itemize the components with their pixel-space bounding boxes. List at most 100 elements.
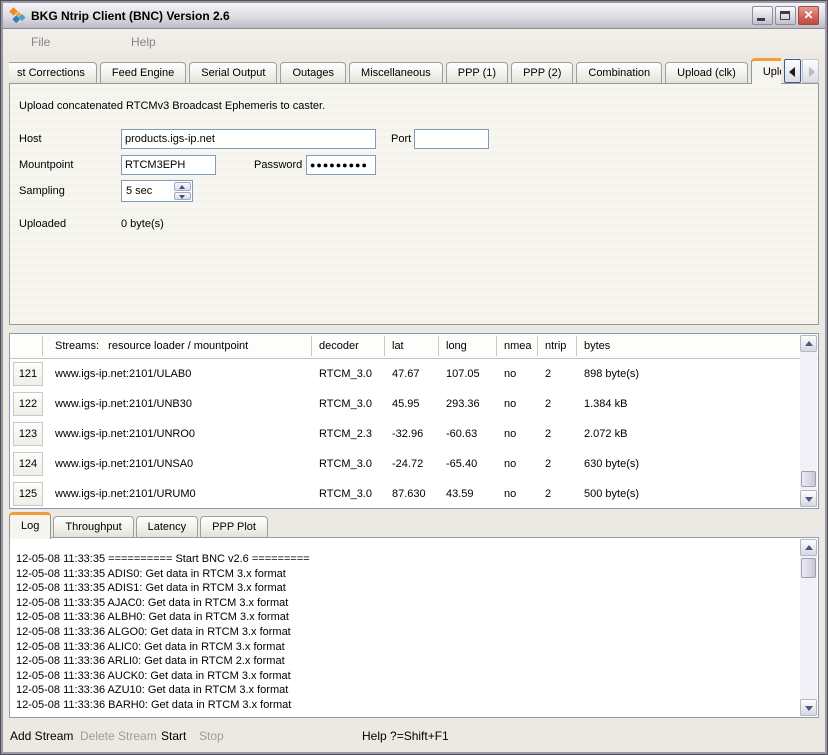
header-streams[interactable]: Streams: resource loader / mountpoint: [48, 336, 312, 356]
cell-ntrip: 2: [538, 479, 577, 509]
add-stream-button[interactable]: Add Stream: [10, 722, 73, 750]
cell-num[interactable]: 125: [13, 482, 43, 506]
cell-nmea: no: [497, 479, 538, 509]
log-line: 12-05-08 11:33:36 BARH0: Get data in RTC…: [16, 698, 796, 713]
tab-combination[interactable]: Combination: [576, 62, 662, 84]
down-triangle-icon: [805, 497, 813, 502]
menu-help[interactable]: Help: [131, 29, 156, 55]
cell-ntrip: 2: [538, 359, 577, 389]
scroll-thumb[interactable]: [801, 471, 816, 487]
cell-bytes: 630 byte(s): [577, 449, 797, 479]
down-triangle-icon: [805, 706, 813, 711]
table-row[interactable]: 121www.igs-ip.net:2101/ULAB0RTCM_3.047.6…: [10, 359, 800, 389]
scroll-thumb[interactable]: [801, 558, 816, 578]
cell-num[interactable]: 121: [13, 362, 43, 386]
header-decoder[interactable]: decoder: [312, 336, 385, 356]
log-scrollbar[interactable]: [800, 539, 817, 716]
header-bytes[interactable]: bytes: [577, 336, 797, 356]
header-nmea[interactable]: nmea: [497, 336, 538, 356]
tab-miscellaneous[interactable]: Miscellaneous: [349, 62, 443, 84]
up-triangle-icon: [805, 341, 813, 346]
cell-bytes: 898 byte(s): [577, 359, 797, 389]
scroll-down-button[interactable]: [800, 490, 817, 507]
log-line: 12-05-08 11:33:36 ALIC0: Get data in RTC…: [16, 640, 796, 655]
log-line: 12-05-08 11:33:35 ADIS1: Get data in RTC…: [16, 581, 796, 596]
window-title: BKG Ntrip Client (BNC) Version 2.6: [31, 9, 752, 23]
port-label: Port: [391, 133, 411, 145]
tab-scroll-right-button: [802, 59, 819, 83]
header-ntrip[interactable]: ntrip: [538, 336, 577, 356]
cell-long: 293.36: [439, 389, 497, 419]
title-bar[interactable]: BKG Ntrip Client (BNC) Version 2.6 ✕: [3, 3, 825, 29]
cell-decoder: RTCM_3.0: [312, 479, 385, 509]
table-row[interactable]: 122www.igs-ip.net:2101/UNB30RTCM_3.045.9…: [10, 389, 800, 419]
close-button[interactable]: ✕: [798, 6, 819, 25]
upload-eph-panel: Upload concatenated RTCMv3 Broadcast Eph…: [9, 83, 819, 325]
table-row[interactable]: 124www.igs-ip.net:2101/UNSA0RTCM_3.0-24.…: [10, 449, 800, 479]
help-shortcut-label: Help ?=Shift+F1: [362, 722, 449, 750]
log-line: 12-05-08 11:33:35 ========== Start BNC v…: [16, 552, 796, 567]
menu-file[interactable]: File: [31, 29, 50, 55]
table-row[interactable]: 125www.igs-ip.net:2101/URUM0RTCM_3.087.6…: [10, 479, 800, 509]
log-line: 12-05-08 11:33:35 ADIS0: Get data in RTC…: [16, 567, 796, 582]
log-tab-bar: LogThroughputLatencyPPP Plot: [9, 513, 819, 538]
tab-ppp-1[interactable]: PPP (1): [446, 62, 508, 84]
tab-upload-eph[interactable]: Upload (eph): [751, 58, 781, 84]
cell-decoder: RTCM_3.0: [312, 389, 385, 419]
app-icon: [9, 7, 26, 24]
sampling-spinner[interactable]: 5 sec: [121, 180, 193, 202]
tab-outages[interactable]: Outages: [280, 62, 346, 84]
menu-bar: File Help: [3, 29, 825, 55]
minimize-button[interactable]: [752, 6, 773, 25]
streams-scrollbar[interactable]: [800, 335, 817, 507]
log-tab-throughput[interactable]: Throughput: [53, 516, 133, 538]
password-input[interactable]: [306, 155, 376, 175]
mountpoint-input[interactable]: [121, 155, 216, 175]
port-input[interactable]: [414, 129, 489, 149]
delete-stream-button: Delete Stream: [80, 722, 157, 750]
tab-bar: st CorrectionsFeed EngineSerial OutputOu…: [9, 57, 819, 84]
left-triangle-icon: [789, 67, 795, 77]
cell-num[interactable]: 122: [13, 392, 43, 416]
up-triangle-icon: [805, 545, 813, 550]
tab-scroll-buttons: [784, 59, 819, 83]
tab-scroll-left-button[interactable]: [784, 59, 801, 83]
tab-feed-engine[interactable]: Feed Engine: [100, 62, 186, 84]
header-lat[interactable]: lat: [385, 336, 439, 356]
minimize-icon: [757, 18, 765, 21]
cell-decoder: RTCM_2.3: [312, 419, 385, 449]
start-button[interactable]: Start: [161, 722, 186, 750]
scroll-up-button[interactable]: [800, 335, 817, 352]
streams-rows: 121www.igs-ip.net:2101/ULAB0RTCM_3.047.6…: [10, 359, 800, 508]
tab-ppp-2[interactable]: PPP (2): [511, 62, 573, 84]
cell-stream: www.igs-ip.net:2101/URUM0: [48, 479, 312, 509]
spinner-up-button[interactable]: [174, 182, 191, 191]
scroll-up-button[interactable]: [800, 539, 817, 556]
cell-lat: 87.630: [385, 479, 439, 509]
table-row[interactable]: 123www.igs-ip.net:2101/UNRO0RTCM_2.3-32.…: [10, 419, 800, 449]
bottom-bar: Add Stream Delete Stream Start Stop Help…: [3, 722, 825, 750]
tab-upload-clk[interactable]: Upload (clk): [665, 62, 748, 84]
scroll-down-button[interactable]: [800, 699, 817, 716]
cell-num[interactable]: 124: [13, 452, 43, 476]
tabs-strip: st CorrectionsFeed EngineSerial OutputOu…: [9, 57, 781, 84]
log-line: 12-05-08 11:33:36 AUCK0: Get data in RTC…: [16, 669, 796, 684]
up-triangle-icon: [179, 185, 185, 189]
log-tab-log[interactable]: Log: [9, 512, 51, 539]
tab-serial-output[interactable]: Serial Output: [189, 62, 277, 84]
cell-lat: 47.67: [385, 359, 439, 389]
maximize-button[interactable]: [775, 6, 796, 25]
tab-st-corrections[interactable]: st Corrections: [9, 62, 97, 84]
spinner-down-button[interactable]: [174, 192, 191, 201]
log-output: 12-05-08 11:33:35 ========== Start BNC v…: [9, 537, 819, 718]
cell-stream: www.igs-ip.net:2101/UNSA0: [48, 449, 312, 479]
log-tab-ppp-plot[interactable]: PPP Plot: [200, 516, 268, 538]
header-long[interactable]: long: [439, 336, 497, 356]
host-input[interactable]: [121, 129, 376, 149]
header-corner: [10, 336, 43, 356]
cell-num[interactable]: 123: [13, 422, 43, 446]
cell-ntrip: 2: [538, 419, 577, 449]
cell-long: -60.63: [439, 419, 497, 449]
password-label: Password: [254, 159, 302, 171]
log-tab-latency[interactable]: Latency: [136, 516, 199, 538]
